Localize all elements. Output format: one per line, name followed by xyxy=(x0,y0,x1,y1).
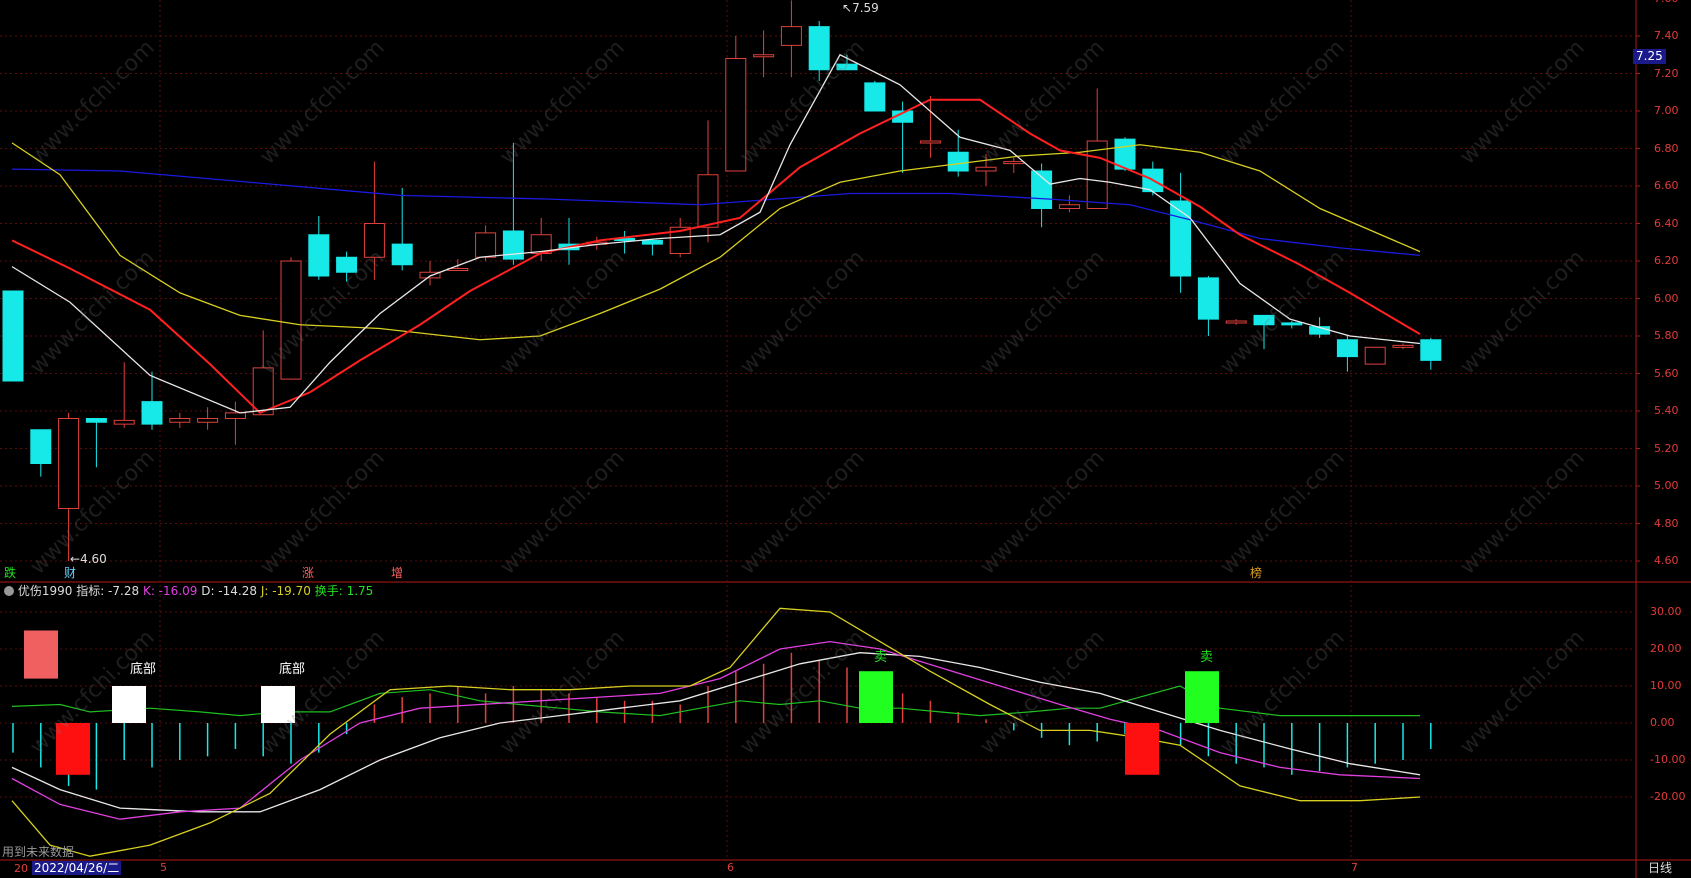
down-candle xyxy=(1420,339,1442,361)
price-tick-label: 5.60 xyxy=(1654,366,1679,380)
future-data-warning: 用到未来数据 xyxy=(2,845,75,859)
indicator-tick-label: 0.00 xyxy=(1650,716,1675,729)
up-candle xyxy=(1058,204,1080,209)
down-candle xyxy=(85,418,107,423)
high-price-label: ↖7.59 xyxy=(842,1,879,15)
ma10-line xyxy=(11,98,1421,415)
indicator-tick-label: 20.00 xyxy=(1650,642,1682,655)
indicator-tick-label: 30.00 xyxy=(1650,605,1682,618)
price-tick-label: 7.00 xyxy=(1654,104,1679,117)
down-candle xyxy=(2,290,24,382)
up-candle xyxy=(1364,346,1386,365)
turnover-value: 换手: 1.75 xyxy=(314,584,374,598)
month-label-7: 7 xyxy=(1351,861,1358,874)
up-candle xyxy=(113,419,135,425)
down-candle xyxy=(141,401,163,425)
event-marker[interactable]: 财 xyxy=(64,566,76,580)
up-candle xyxy=(1225,320,1247,324)
price-tick-label: 5.40 xyxy=(1654,404,1679,417)
down-candle xyxy=(1281,322,1303,326)
sell-signal-label: 卖 xyxy=(1200,650,1214,665)
month-label-5: 5 xyxy=(160,861,167,874)
down-candle xyxy=(947,151,969,172)
down-candle xyxy=(1253,314,1275,326)
up-candle xyxy=(1003,161,1025,165)
up-candle xyxy=(753,54,775,58)
event-marker[interactable]: 增 xyxy=(391,566,403,580)
indicator-toggle-icon[interactable] xyxy=(4,586,14,596)
price-tick-label: 6.00 xyxy=(1654,291,1679,305)
indicator-name: 优伤1990 xyxy=(17,584,73,598)
down-candle xyxy=(1336,339,1358,358)
down-candle xyxy=(30,429,52,464)
price-tick-label: 5.00 xyxy=(1654,479,1679,492)
up-candle xyxy=(224,412,246,419)
top-signal-block xyxy=(24,630,58,679)
price-tick-label: 4.80 xyxy=(1654,516,1679,530)
event-marker[interactable]: 涨 xyxy=(302,566,314,580)
down-candle xyxy=(391,243,413,266)
sell-signal-block xyxy=(1185,671,1219,723)
up-candle xyxy=(725,58,747,172)
buy-signal-block xyxy=(1125,723,1159,775)
up-candle xyxy=(197,418,219,423)
up-candle xyxy=(780,26,802,46)
price-tick-label: 7.60 xyxy=(1654,0,1679,5)
sell-signal-label: 卖 xyxy=(874,650,888,665)
up-candle xyxy=(697,174,719,228)
price-tick-label: 6.60 xyxy=(1654,179,1679,192)
sell-signal-block xyxy=(859,671,893,723)
down-candle xyxy=(808,26,830,71)
up-candle xyxy=(475,232,497,258)
up-candle xyxy=(280,260,302,380)
period-button[interactable]: 日线 xyxy=(1648,861,1672,875)
chart-canvas[interactable] xyxy=(0,0,1691,878)
price-tick-label: 7.40 xyxy=(1654,29,1679,42)
up-candle xyxy=(975,166,997,172)
buy-signal-block xyxy=(56,723,90,775)
k-value: K: -16.09 xyxy=(142,584,198,598)
bottom-signal-label: 底部 xyxy=(130,662,157,677)
up-candle xyxy=(58,418,80,509)
down-candle xyxy=(641,239,663,245)
month-label-6: 6 xyxy=(727,861,734,874)
crosshair-date: 2022/04/26/二 xyxy=(32,861,122,875)
price-tick-label: 5.80 xyxy=(1654,329,1679,342)
indicator-tick-label: -20.00 xyxy=(1650,790,1686,803)
price-tick-label: 6.40 xyxy=(1654,216,1679,230)
down-candle xyxy=(1170,200,1192,277)
bottom-signal-block xyxy=(112,686,146,723)
event-marker[interactable]: 跌 xyxy=(4,566,16,580)
year-prefix: 20 xyxy=(14,862,28,875)
indicator-tick-label: -10.00 xyxy=(1650,753,1686,766)
up-candle xyxy=(919,140,941,144)
down-candle xyxy=(336,256,358,273)
price-tick-label: 5.20 xyxy=(1654,441,1679,455)
current-price-badge: 7.25 xyxy=(1633,49,1666,64)
price-tick-label: 6.20 xyxy=(1654,254,1679,267)
ma5-line xyxy=(11,53,1421,414)
up-candle xyxy=(1392,344,1414,348)
price-tick-label: 7.20 xyxy=(1654,66,1679,80)
down-candle xyxy=(308,234,330,277)
down-candle xyxy=(864,82,886,112)
d-value: D: -14.28 xyxy=(201,584,257,598)
low-price-label: ←4.60 xyxy=(70,552,107,566)
bottom-signal-block xyxy=(261,686,295,723)
up-candle xyxy=(169,418,191,423)
down-candle xyxy=(1197,277,1219,320)
price-tick-label: 6.80 xyxy=(1654,141,1679,155)
down-candle xyxy=(836,63,858,71)
up-candle xyxy=(363,223,385,258)
indicator-tick-label: 10.00 xyxy=(1650,679,1682,692)
j-value: J: -19.70 xyxy=(260,584,311,598)
indicator-header: 优伤1990 指标: -7.28 K: -16.09 D: -14.28 J: … xyxy=(4,584,373,598)
bottom-signal-label: 底部 xyxy=(279,662,306,677)
event-marker[interactable]: 榜 xyxy=(1250,566,1262,580)
price-tick-label: 4.60 xyxy=(1654,554,1679,567)
indicator-value: 指标: -7.28 xyxy=(76,584,140,598)
